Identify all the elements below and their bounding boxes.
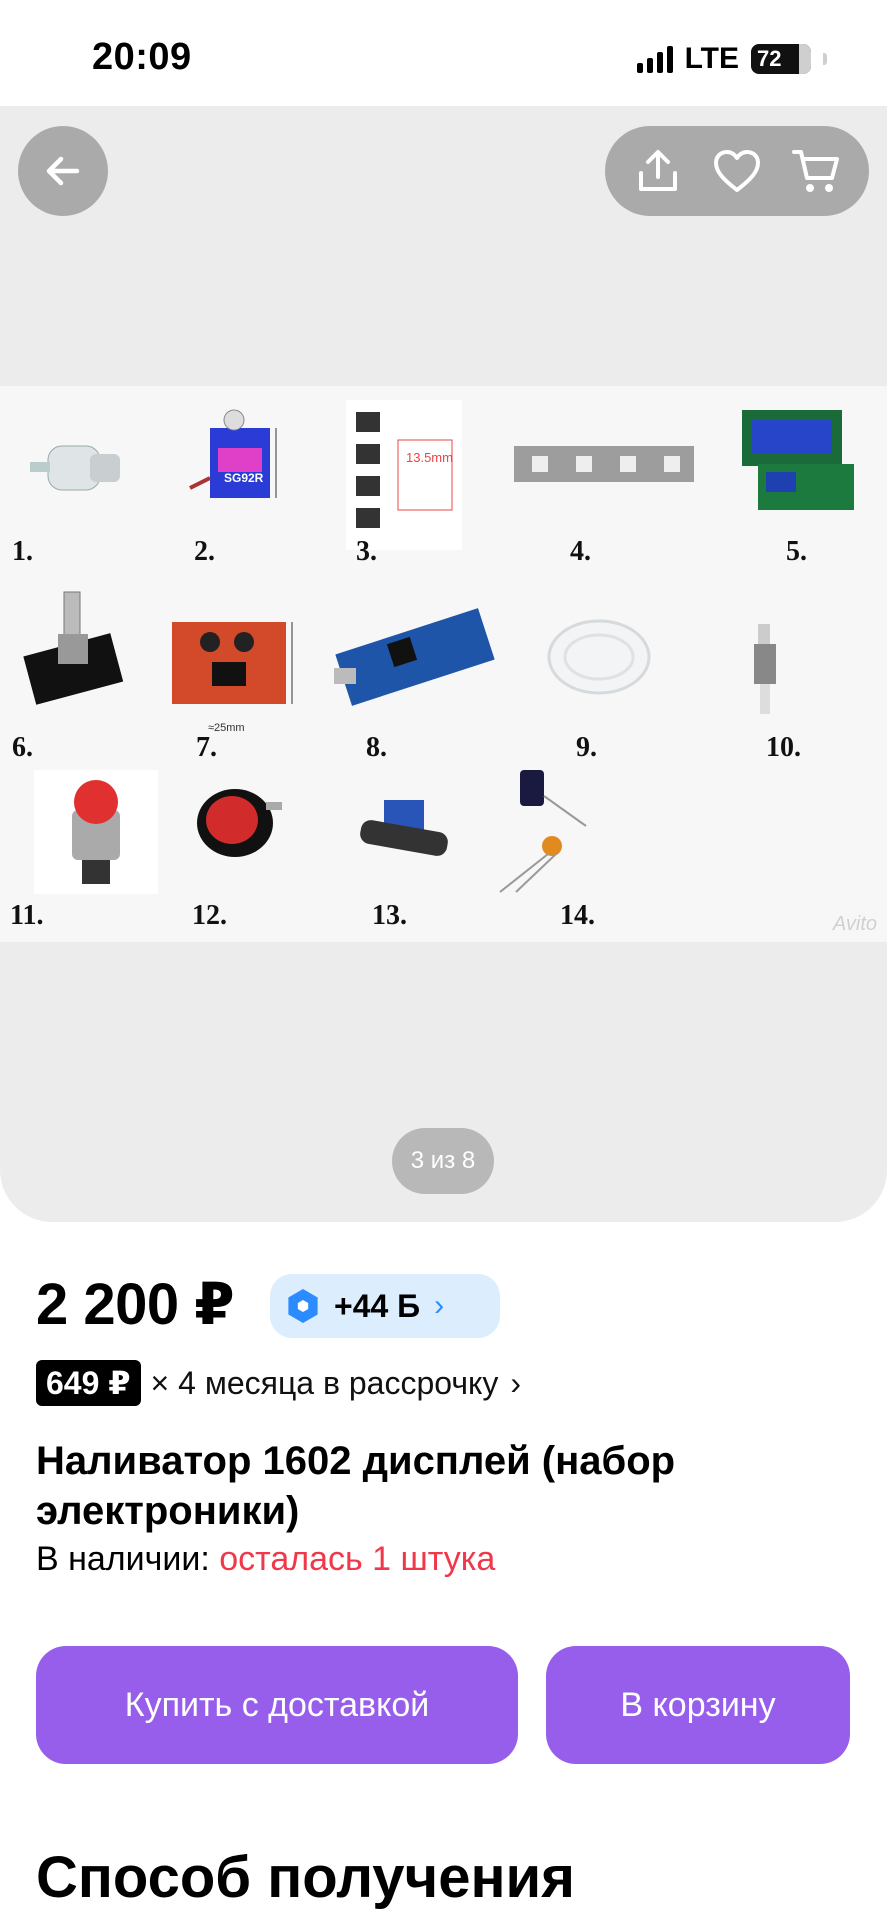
nano-board-image [330,600,500,710]
signal-icon [636,45,673,73]
battery-level: 72 [757,46,782,71]
share-button[interactable] [623,136,693,206]
image-gallery[interactable]: 1. SG92R 2. 13.5mm 3. 4. 5. 6. ≈25mm 7. [0,106,887,1222]
heart-icon [713,150,760,192]
valve-image [740,620,800,720]
led-strip-image [514,446,694,482]
part-label-7: 7. [196,732,217,763]
part-label-6: 6. [12,732,33,763]
page-indicator: 3 из 8 [392,1128,494,1194]
encoder-image [18,588,128,708]
delivery-method-heading: Способ получения [36,1845,576,1910]
motor-driver-image [168,618,298,718]
part-label-1: 1. [12,536,33,567]
push-button-image [34,770,158,894]
share-icon [639,150,678,191]
lcd-display-image [738,406,858,516]
network-type: LTE [684,42,739,75]
favorite-button[interactable] [702,136,772,206]
chevron-right-icon: › [434,1289,445,1322]
back-button[interactable] [18,126,108,216]
part-label-12: 12. [192,900,227,931]
tube-image [544,612,654,702]
pump-image [28,438,128,498]
action-buttons [605,126,869,216]
rocker-switch-image [180,768,290,878]
battery-icon: 72 [751,44,811,74]
status-time: 20:09 [92,36,192,78]
status-indicators: LTE 72 [636,42,827,76]
servo-model-label: SG92R [224,471,264,485]
part-label-8: 8. [366,732,387,763]
usb-c-module-image [354,796,454,866]
availability-label: В наличии: [36,1540,210,1578]
stock-status: осталась 1 штука [219,1540,496,1578]
bonus-badge[interactable]: +44 Б › [270,1274,500,1338]
product-photo[interactable]: 1. SG92R 2. 13.5mm 3. 4. 5. 6. ≈25mm 7. [0,386,887,942]
price: 2 200 ₽ [36,1272,235,1337]
part-label-10: 10. [766,732,801,763]
part-label-5: 5. [786,536,807,567]
bonus-hexagon-icon [288,1289,318,1323]
installment-link[interactable]: 649 ₽ × 4 месяца в рассрочку › [36,1360,521,1406]
status-bar: 20:09 LTE 72 [0,0,887,106]
add-to-cart-button[interactable]: В корзину [546,1646,850,1764]
battery-cap [823,53,827,65]
part-label-11: 11. [10,900,44,931]
buy-with-delivery-button[interactable]: Купить с доставкой [36,1646,518,1764]
installment-amount: 649 ₽ [36,1360,141,1406]
back-arrow-icon [46,156,80,186]
capacitors-image [486,766,596,896]
switch-image [346,400,462,550]
cart-icon [791,150,839,192]
cart-button[interactable] [781,136,851,206]
switch-size-label: 13.5mm [406,450,453,465]
part-label-2: 2. [194,536,215,567]
product-title: Наливатор 1602 дисплей (набор электроник… [36,1439,676,1533]
installment-text: × 4 месяца в рассрочку [150,1364,499,1401]
bonus-amount: +44 Б [334,1287,421,1324]
part-label-14: 14. [560,900,595,931]
part-label-4: 4. [570,536,591,567]
avito-watermark: Avito [832,913,877,935]
part-label-3: 3. [356,536,377,567]
servo-image [180,408,300,528]
availability: В наличии: осталась 1 штука [36,1540,495,1579]
part-label-9: 9. [576,732,597,763]
part-label-13: 13. [372,900,407,931]
chevron-right-icon: › [510,1364,522,1401]
